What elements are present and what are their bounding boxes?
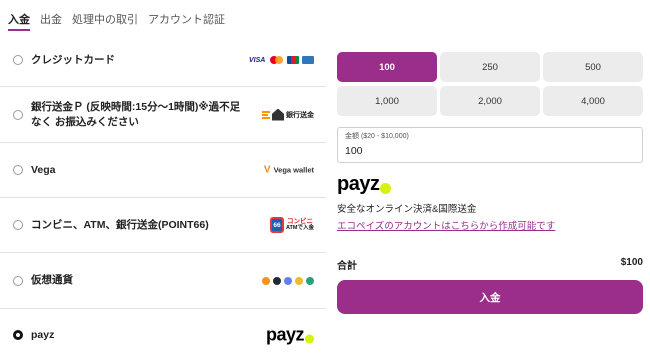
point66-line1: コンビニ [286, 218, 313, 225]
amount-option[interactable]: 2,000 [440, 86, 540, 116]
amount-option[interactable]: 500 [543, 52, 643, 82]
payz-info: payz 安全なオンライン決済&国際送金 エコペイズのアカウントはこちらから作成… [337, 173, 643, 234]
method-label: 仮想通貨 [31, 274, 73, 286]
payz-logo: payz [266, 325, 314, 346]
point66-line2: ATMで入金 [285, 225, 314, 231]
amount-field-label: 金額 ($20 - $10,000) [345, 133, 409, 140]
method-payz[interactable]: payz payz [0, 309, 326, 361]
method-point66[interactable]: コンビニ、ATM、銀行送金(POINT66) 66 コンビニ ATMで入金 [0, 198, 326, 253]
method-label: コンビニ、ATM、銀行送金(POINT66) [31, 218, 209, 231]
method-radio[interactable] [13, 220, 23, 230]
payz-description: 安全なオンライン決済&国際送金 [337, 204, 477, 215]
method-radio-selected[interactable] [13, 330, 23, 340]
amount-option[interactable]: 1,000 [337, 86, 437, 116]
jcb-icon [287, 56, 299, 64]
amount-option[interactable]: 250 [440, 52, 540, 82]
total-value: $100 [620, 257, 643, 268]
tab-pending[interactable]: 処理中の取引 [72, 0, 138, 34]
payz-brand-logo: payz [337, 173, 392, 196]
amount-input[interactable] [345, 145, 635, 157]
payment-method-list: クレジットカード VISA 銀行送金Ｐ (反映時間:15分〜1時間)※過不足なく… [0, 34, 326, 361]
method-vega[interactable]: Vega V Vega wallet [0, 143, 326, 198]
payz-logo-text: payz [265, 324, 305, 345]
method-label: 銀行送金Ｐ (反映時間:15分〜1時間)※過不足なく お振込みください [31, 100, 241, 128]
bank-icon [272, 108, 284, 121]
vega-logo-text: Vega wallet [273, 165, 314, 175]
amount-option[interactable]: 4,000 [543, 86, 643, 116]
point66-logo: 66 コンビニ ATMで入金 [269, 217, 314, 233]
method-label: Vega [31, 163, 56, 176]
mastercard-icon [270, 56, 284, 64]
total-row: 合計 $100 [337, 257, 643, 272]
tab-withdraw[interactable]: 出金 [40, 0, 62, 34]
crypto-logos [262, 276, 314, 285]
method-label: payz [31, 328, 55, 341]
method-radio[interactable] [13, 165, 23, 175]
payz-signup-link[interactable]: エコペイズのアカウントはこちらから作成可能です [337, 218, 555, 232]
bank-transfer-logo: 銀行送金 [262, 108, 314, 121]
total-label: 合計 [337, 261, 357, 272]
method-bank-transfer[interactable]: 銀行送金Ｐ (反映時間:15分〜1時間)※過不足なく お振込みください 銀行送金 [0, 87, 326, 143]
vega-icon: V [263, 164, 271, 176]
amount-field: 金額 ($20 - $10,000) [337, 127, 643, 163]
method-label: クレジットカード [31, 53, 115, 66]
payz-brand-text: payz [337, 173, 380, 195]
visa-logo: VISA [249, 56, 266, 64]
amex-icon [302, 56, 314, 64]
payz-dot-icon [380, 183, 392, 194]
deposit-panel: 100 250 500 1,000 2,000 4,000 金額 ($20 - … [337, 52, 643, 314]
method-radio[interactable] [13, 55, 23, 65]
bnb-icon [295, 276, 303, 285]
point66-badge: 66 [269, 217, 284, 233]
xrp-icon [273, 276, 281, 285]
vega-wallet-logo: V Vega wallet [264, 165, 314, 176]
tab-verification[interactable]: アカウント認証 [148, 0, 225, 34]
amount-option[interactable]: 100 [337, 52, 437, 82]
tab-deposit[interactable]: 入金 [8, 0, 30, 34]
ethereum-icon [284, 276, 292, 285]
tether-icon [306, 276, 314, 285]
bank-logo-text: 銀行送金 [286, 111, 314, 119]
method-crypto[interactable]: 仮想通貨 [0, 253, 326, 309]
bitcoin-icon [262, 276, 270, 285]
method-credit-card[interactable]: クレジットカード VISA [0, 34, 326, 87]
amount-presets: 100 250 500 1,000 2,000 4,000 [337, 52, 643, 116]
tab-bar: 入金 出金 処理中の取引 アカウント認証 [0, 0, 235, 34]
deposit-button[interactable]: 入金 [337, 280, 643, 314]
credit-card-logos: VISA [249, 56, 314, 64]
method-radio[interactable] [13, 109, 23, 120]
payz-dot-icon [305, 334, 314, 344]
method-radio[interactable] [13, 275, 23, 286]
